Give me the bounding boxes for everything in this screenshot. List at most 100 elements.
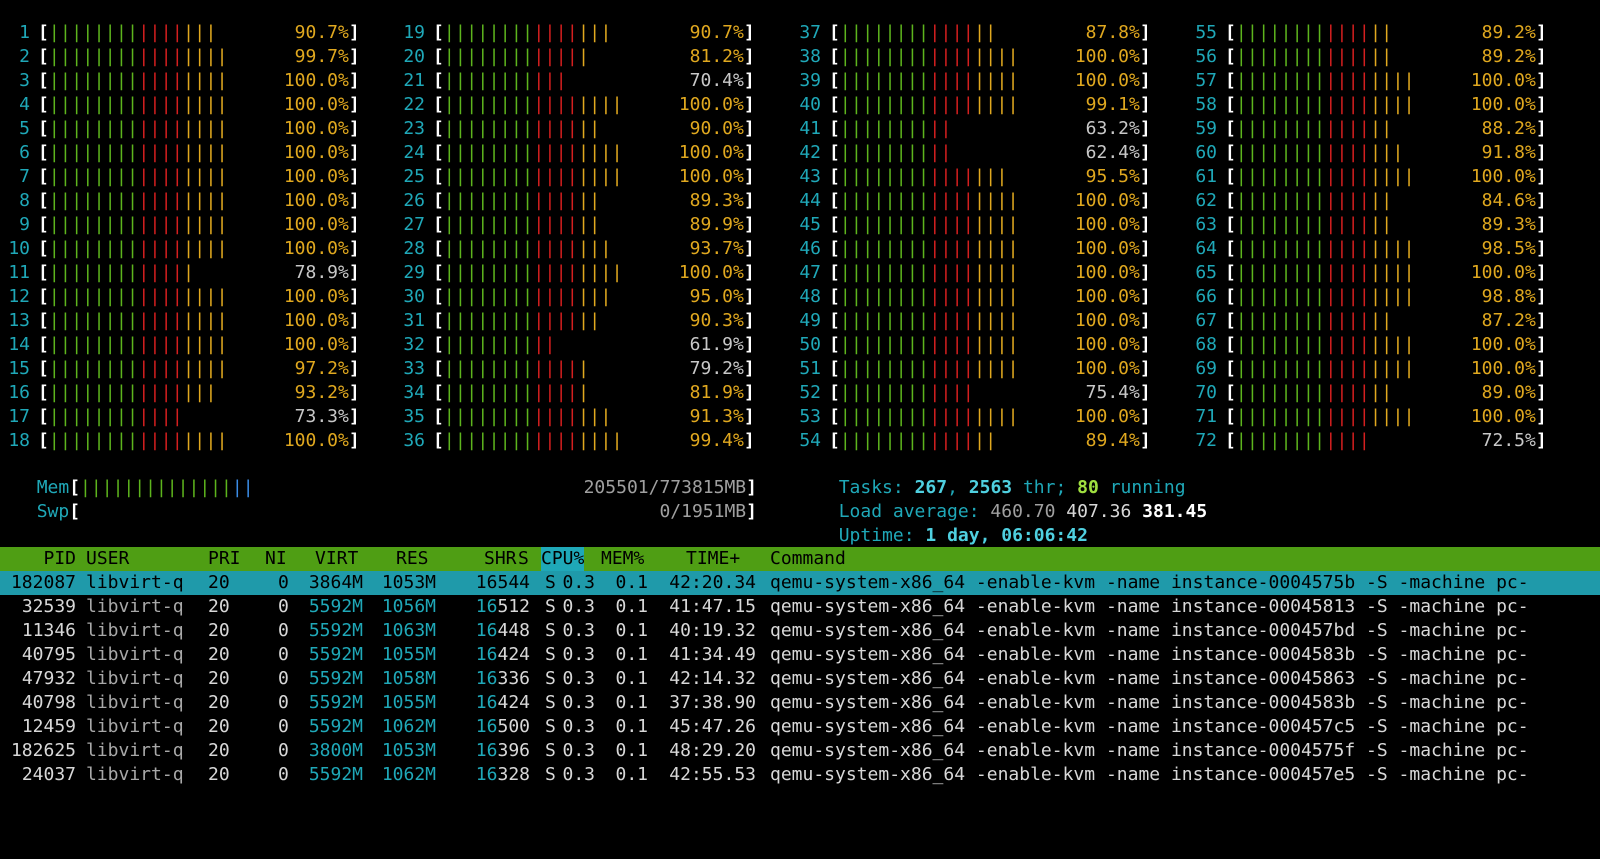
cpu-percent: 87.8% [1085,22,1140,43]
cpu-meter-47: 47 [|||||||||||||||| 100.0%] [781,261,1150,285]
cpu-number: 29 [403,262,425,283]
cpu-usage-bar: ||||||||||||||| 90.7% [48,22,349,43]
meter-close-bracket: ] [1139,430,1151,451]
cpu-percent: 90.0% [689,118,744,139]
cpu-percent: 75.4% [1085,382,1140,403]
process-row-selected[interactable]: 182087 libvirt-q 20 0 3864M 1053M 16544 S 0.3 0.1… [0,571,1600,595]
cpu-meter-70: 70 [|||||||||||||| 89.0%] [1177,381,1546,405]
process-nice: 0 [278,572,289,593]
cpu-usage-bar: |||||||||||||||| 100.0% [48,70,349,91]
process-res: 1063M [381,620,436,641]
process-shr: 16328 [475,764,530,785]
process-row[interactable]: 40798 libvirt-q 20 0 5592M 1055M 16424 S 0.3 0.1 3… [0,691,1600,715]
column-mem[interactable]: MEM% [601,547,644,571]
meter-open-bracket: [ [1225,190,1236,211]
cpu-number: 28 [403,238,425,259]
cpu-meter-37: 37 [|||||||||||||| 87.8%] [781,21,1150,45]
process-user: libvirt-q [86,620,184,641]
cpu-number: 32 [403,334,425,355]
column-state[interactable]: S [518,547,529,571]
process-shr: 16424 [475,692,530,713]
process-command: qemu-system-x86_64 -enable-kvm -name ins… [770,572,1529,593]
cpu-number: 23 [403,118,425,139]
meter-close-bracket: ] [1535,70,1547,91]
cpu-percent: 98.8% [1481,286,1536,307]
column-command[interactable]: Command [770,547,846,571]
process-row[interactable]: 32539 libvirt-q 20 0 5592M 1056M 16512 S 0.3 0.1 4… [0,595,1600,619]
cpu-percent: 95.0% [689,286,744,307]
cpu-percent: 100.0% [283,310,349,331]
cpu-usage-bar: |||||||||| 61.9% [443,334,744,355]
meter-open-bracket: [ [1225,142,1236,163]
column-res[interactable]: RES [396,547,429,571]
column-time[interactable]: TIME+ [686,547,740,571]
meter-open-bracket: [ [433,382,444,403]
cpu-meter-52: 52 [|||||||||||| 75.4%] [781,381,1150,405]
cpu-meter-3: 3 [|||||||||||||||| 100.0%] [0,69,360,93]
column-pid[interactable]: PID [0,547,76,571]
process-row[interactable]: 12459 libvirt-q 20 0 5592M 1062M 16500 S 0.3 0.1 4… [0,715,1600,739]
cpu-percent: 79.2% [689,358,744,379]
cpu-usage-bar: |||||||||||||||| 100.0% [839,286,1140,307]
column-pri[interactable]: PRI [208,547,241,571]
process-virt: 5592M [308,596,363,617]
cpu-meter-23: 23 [|||||||||||||| 90.0%] [385,117,755,141]
cpu-number: 8 [19,190,30,211]
cpu-meter-72: 72 [|||||||||||| 72.5%] [1177,429,1546,453]
meter-open-bracket: [ [433,238,444,259]
meter-close-bracket: ] [1535,286,1547,307]
cpu-meter-56: 56 [|||||||||||||| 89.2%] [1177,45,1547,69]
cpu-meter-13: 13 [|||||||||||||||| 100.0%] [0,309,359,333]
cpu-percent: 100.0% [283,238,349,259]
cpu-usage-bar: |||||||||| 62.4% [839,142,1140,163]
cpu-meter-45: 45 [|||||||||||||||| 100.0%] [781,213,1151,237]
process-row[interactable]: 47932 libvirt-q 20 0 5592M 1058M 16336 S 0.3 0.1 4… [0,667,1600,691]
meter-open-bracket: [ [38,214,49,235]
meter-open-bracket: [ [433,334,444,355]
cpu-number: 21 [403,70,425,91]
cpu-meter-15: 15 [|||||||||||||||| 97.2%] [0,357,359,381]
cpu-usage-bar: |||||||||||||| 88.2% [1235,118,1536,139]
meter-close-bracket: ] [1139,214,1151,235]
process-nice: 0 [278,764,289,785]
cpu-number: 69 [1195,358,1217,379]
column-shr[interactable]: SHR [484,547,517,571]
meter-close-bracket: ] [1139,118,1151,139]
cpu-meter-19: 19 [||||||||||||||| 90.7%] [385,21,754,45]
meter-open-bracket: [ [829,22,840,43]
meter-close-bracket: ] [1535,46,1547,67]
process-row[interactable]: 182625 libvirt-q 20 0 3800M 1053M 16396 S 0.3 0.1… [0,739,1600,763]
meter-open-bracket: [ [433,118,444,139]
meter-open-bracket: [ [433,262,444,283]
cpu-meter-26: 26 [|||||||||||||| 89.3%] [385,189,754,213]
process-pid: 40798 [21,692,76,713]
process-shr: 16424 [475,644,530,665]
cpu-usage-bar: |||||||||||||||| 99.4% [443,430,744,451]
cpu-number: 22 [403,94,425,115]
process-row[interactable]: 24037 libvirt-q 20 0 5592M 1062M 16328 S 0.3 0.1 4… [0,763,1600,787]
meter-open-bracket: [ [38,334,49,355]
cpu-percent: 90.3% [689,310,744,331]
column-ni[interactable]: NI [265,547,287,571]
process-pid: 12459 [21,716,76,737]
cpu-usage-bar: |||||||||||||||| 100.0% [443,262,744,283]
process-priority: 20 [208,644,230,665]
column-user[interactable]: USER [86,547,129,571]
meter-open-bracket: [ [1225,358,1236,379]
cpu-meter-67: 67 [|||||||||||||| 87.2%] [1177,309,1546,333]
cpu-usage-bar: |||||||||||||||| 100.0% [839,334,1140,355]
meter-close-bracket: ] [743,286,755,307]
process-row[interactable]: 40795 libvirt-q 20 0 5592M 1055M 16424 S 0.3 0.1 4… [0,643,1600,667]
meter-close-bracket: ] [743,118,755,139]
uptime-value: 1 day, 06:06:42 [925,525,1088,546]
process-time: 41:34.49 [669,644,756,665]
meter-close-bracket: ] [1535,142,1547,163]
cpu-percent: 100.0% [283,334,349,355]
meter-open-bracket: [ [433,46,444,67]
column-cpu-sorted[interactable]: CPU% [541,547,585,571]
column-virt[interactable]: VIRT [315,547,358,571]
meter-open-bracket: [ [1225,430,1236,451]
cpu-percent: 95.5% [1085,166,1140,187]
process-row[interactable]: 11346 libvirt-q 20 0 5592M 1063M 16448 S 0.3 0.1 4… [0,619,1600,643]
cpu-usage-bar: |||||||||||||||| 100.0% [48,190,349,211]
